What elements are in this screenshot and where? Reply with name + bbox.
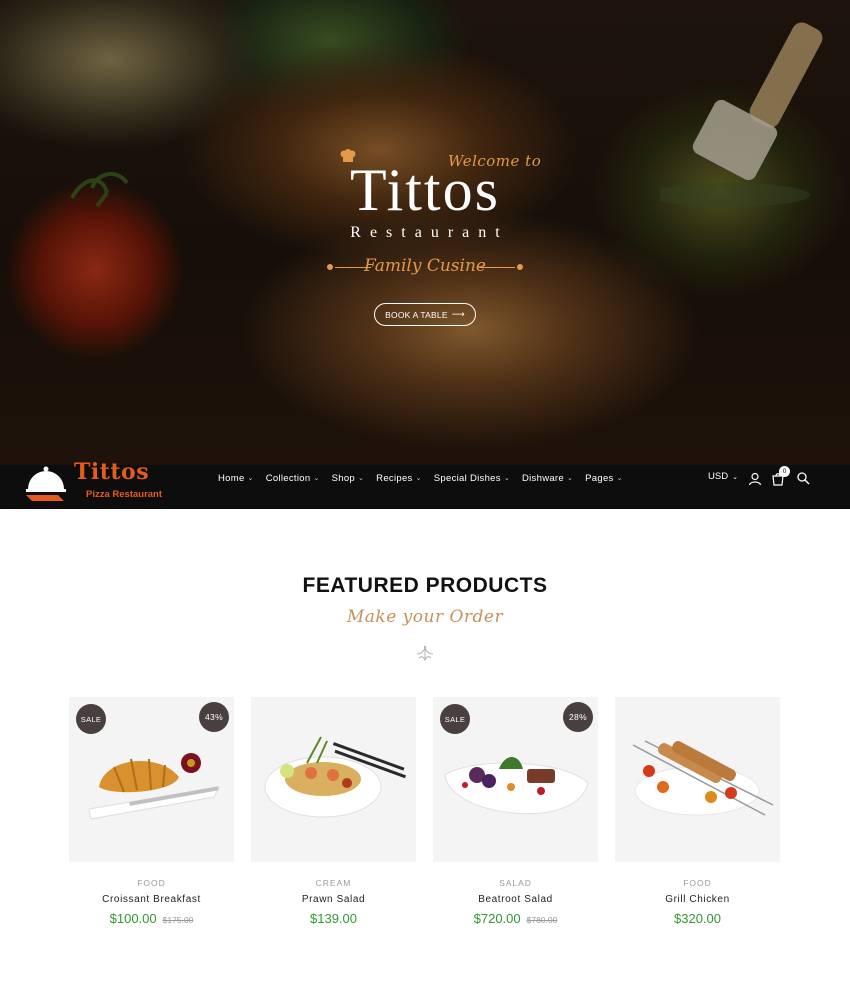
- product-card[interactable]: SALE 43% FOOD Croissant Breakfast $100.0…: [69, 697, 234, 926]
- product-image[interactable]: SALE 28%: [433, 697, 598, 862]
- site-logo[interactable]: Tittos Pizza Restaurant: [24, 459, 164, 509]
- hero-brand-subtitle: Restaurant: [350, 224, 509, 241]
- hero-tagline-row: Family Cusine: [325, 252, 525, 282]
- floral-ornament-icon: [416, 645, 434, 662]
- chevron-down-icon: ⌄: [616, 475, 623, 482]
- logo-name: Tittos: [74, 459, 150, 485]
- product-card[interactable]: CREAM Prawn Salad $139.00: [251, 697, 416, 926]
- chevron-down-icon: ⌄: [503, 475, 510, 482]
- grill-chicken-skewers-image: [632, 740, 774, 816]
- nav-label: Collection: [265, 472, 311, 484]
- product-old-price: $780.00: [526, 915, 558, 925]
- sale-badge: SALE: [440, 704, 470, 734]
- nav-menu: Home ⌄ Collection ⌄ Shop ⌄ Recipes ⌄ Special…: [212, 464, 629, 492]
- nav-label: Home: [218, 472, 245, 484]
- currency-label: USD: [708, 471, 729, 482]
- nav-label: Recipes: [376, 472, 413, 484]
- ornament-line: [479, 267, 515, 268]
- nav-item-special-dishes[interactable]: Special Dishes ⌄: [428, 473, 516, 484]
- currency-selector[interactable]: USD ⌄: [708, 471, 738, 482]
- nav-label: Pages: [585, 472, 614, 484]
- nav-item-collection[interactable]: Collection ⌄: [260, 473, 326, 484]
- section-subtitle: Make your Order: [346, 607, 504, 627]
- nav-item-dishware[interactable]: Dishware ⌄: [516, 473, 579, 484]
- product-image[interactable]: SALE 43%: [69, 697, 234, 862]
- discount-badge: 28%: [563, 702, 593, 732]
- product-price: $320.00: [674, 911, 721, 926]
- product-category: FOOD: [137, 878, 166, 888]
- product-price: $720.00: [473, 911, 521, 926]
- section-title: FEATURED PRODUCTS: [302, 574, 548, 597]
- nav-item-shop[interactable]: Shop ⌄: [326, 473, 371, 484]
- chevron-down-icon: ⌄: [732, 473, 738, 481]
- product-card[interactable]: SALE 28% SALAD Beatroot Salad $720.00 $7…: [433, 697, 598, 926]
- prawn-salad-plate-image: [264, 736, 406, 818]
- product-prices: $100.00 $175.00: [69, 911, 234, 926]
- nav-label: Special Dishes: [433, 472, 501, 484]
- cart-count-badge: 0: [779, 466, 790, 477]
- product-name[interactable]: Croissant Breakfast: [69, 894, 234, 905]
- product-price: $100.00: [109, 911, 157, 926]
- nav-item-recipes[interactable]: Recipes ⌄: [370, 473, 428, 484]
- book-table-button[interactable]: BOOK A TABLE ⟶: [374, 303, 476, 326]
- product-image[interactable]: [615, 697, 780, 862]
- product-prices: $720.00 $780.00: [433, 911, 598, 926]
- nav-label: Dishware: [521, 472, 564, 484]
- user-icon[interactable]: [748, 472, 762, 486]
- chevron-down-icon: ⌄: [415, 475, 422, 482]
- product-image[interactable]: [251, 697, 416, 862]
- nav-item-pages[interactable]: Pages ⌄: [579, 473, 629, 484]
- product-category: SALAD: [499, 878, 532, 888]
- product-card[interactable]: FOOD Grill Chicken $320.00: [615, 697, 780, 926]
- product-price: $139.00: [310, 911, 357, 926]
- sale-badge: SALE: [76, 704, 106, 734]
- product-category: CREAM: [315, 878, 352, 888]
- logo-subtitle: Pizza Restaurant: [86, 489, 163, 500]
- hero-brand-title: Tittos: [350, 157, 500, 223]
- discount-badge: 43%: [199, 702, 229, 732]
- hero-banner: Welcome to Tittos Restaurant Family Cusi…: [0, 0, 850, 465]
- chevron-down-icon: ⌄: [566, 475, 574, 482]
- chevron-down-icon: ⌄: [313, 475, 320, 482]
- product-prices: $320.00: [615, 911, 780, 926]
- product-name[interactable]: Prawn Salad: [251, 894, 416, 905]
- product-name[interactable]: Beatroot Salad: [433, 894, 598, 905]
- product-prices: $139.00: [251, 911, 416, 926]
- food-cloche-icon: [26, 466, 66, 501]
- nav-item-home[interactable]: Home ⌄: [212, 473, 260, 484]
- product-category: FOOD: [683, 878, 712, 888]
- chevron-down-icon: ⌄: [358, 475, 365, 482]
- product-name[interactable]: Grill Chicken: [615, 894, 780, 905]
- product-old-price: $175.00: [162, 915, 194, 925]
- hero-content: Welcome to Tittos Restaurant Family Cusi…: [0, 0, 850, 465]
- hero-tagline: Family Cusine: [364, 256, 486, 276]
- ornament-dot: [517, 264, 523, 270]
- search-icon[interactable]: [796, 471, 810, 485]
- nav-label: Shop: [331, 472, 355, 484]
- chevron-down-icon: ⌄: [247, 475, 254, 482]
- arrow-right-icon: ⟶: [451, 309, 465, 319]
- book-table-label: BOOK A TABLE: [385, 309, 448, 320]
